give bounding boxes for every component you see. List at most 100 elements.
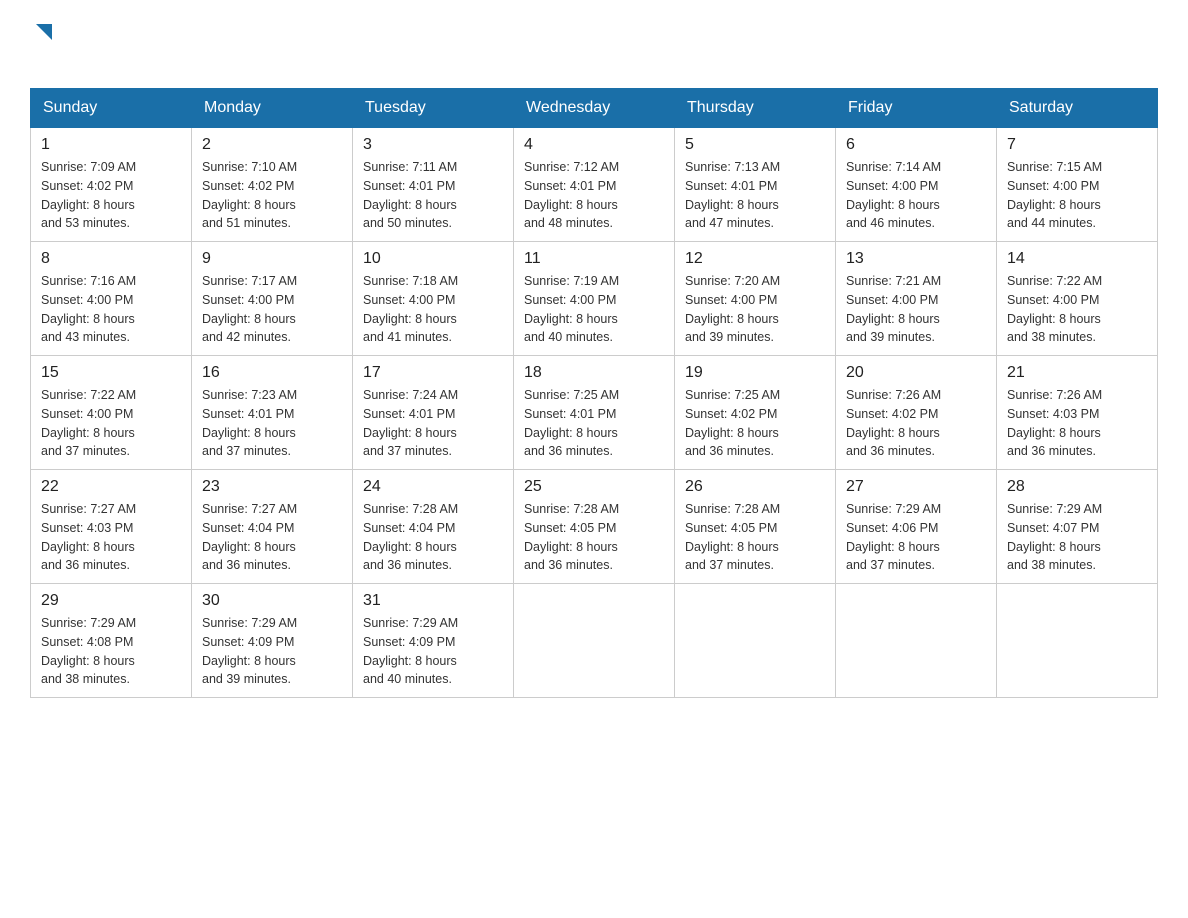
day-info: Sunrise: 7:28 AM Sunset: 4:05 PM Dayligh… <box>685 500 825 575</box>
day-info: Sunrise: 7:26 AM Sunset: 4:02 PM Dayligh… <box>846 386 986 461</box>
calendar-cell: 2 Sunrise: 7:10 AM Sunset: 4:02 PM Dayli… <box>192 128 353 242</box>
day-number: 23 <box>202 478 342 496</box>
col-header-sunday: Sunday <box>31 89 192 128</box>
calendar-cell: 15 Sunrise: 7:22 AM Sunset: 4:00 PM Dayl… <box>31 356 192 470</box>
day-number: 31 <box>363 592 503 610</box>
day-info: Sunrise: 7:18 AM Sunset: 4:00 PM Dayligh… <box>363 272 503 347</box>
day-number: 19 <box>685 364 825 382</box>
day-number: 1 <box>41 136 181 154</box>
day-info: Sunrise: 7:13 AM Sunset: 4:01 PM Dayligh… <box>685 158 825 233</box>
calendar-cell: 11 Sunrise: 7:19 AM Sunset: 4:00 PM Dayl… <box>514 242 675 356</box>
day-number: 13 <box>846 250 986 268</box>
day-number: 4 <box>524 136 664 154</box>
calendar-cell: 29 Sunrise: 7:29 AM Sunset: 4:08 PM Dayl… <box>31 584 192 698</box>
day-info: Sunrise: 7:19 AM Sunset: 4:00 PM Dayligh… <box>524 272 664 347</box>
day-info: Sunrise: 7:29 AM Sunset: 4:08 PM Dayligh… <box>41 614 181 689</box>
calendar-cell <box>514 584 675 698</box>
calendar-cell: 4 Sunrise: 7:12 AM Sunset: 4:01 PM Dayli… <box>514 128 675 242</box>
calendar-week-row: 29 Sunrise: 7:29 AM Sunset: 4:08 PM Dayl… <box>31 584 1158 698</box>
calendar-cell: 23 Sunrise: 7:27 AM Sunset: 4:04 PM Dayl… <box>192 470 353 584</box>
col-header-tuesday: Tuesday <box>353 89 514 128</box>
col-header-thursday: Thursday <box>675 89 836 128</box>
col-header-saturday: Saturday <box>997 89 1158 128</box>
col-header-friday: Friday <box>836 89 997 128</box>
calendar-cell: 28 Sunrise: 7:29 AM Sunset: 4:07 PM Dayl… <box>997 470 1158 584</box>
calendar-week-row: 15 Sunrise: 7:22 AM Sunset: 4:00 PM Dayl… <box>31 356 1158 470</box>
day-number: 5 <box>685 136 825 154</box>
calendar-cell <box>997 584 1158 698</box>
calendar-cell: 8 Sunrise: 7:16 AM Sunset: 4:00 PM Dayli… <box>31 242 192 356</box>
calendar-cell: 24 Sunrise: 7:28 AM Sunset: 4:04 PM Dayl… <box>353 470 514 584</box>
calendar-cell: 22 Sunrise: 7:27 AM Sunset: 4:03 PM Dayl… <box>31 470 192 584</box>
day-number: 30 <box>202 592 342 610</box>
day-number: 3 <box>363 136 503 154</box>
calendar-cell: 7 Sunrise: 7:15 AM Sunset: 4:00 PM Dayli… <box>997 128 1158 242</box>
day-info: Sunrise: 7:17 AM Sunset: 4:00 PM Dayligh… <box>202 272 342 347</box>
day-info: Sunrise: 7:22 AM Sunset: 4:00 PM Dayligh… <box>41 386 181 461</box>
day-number: 11 <box>524 250 664 268</box>
day-number: 26 <box>685 478 825 496</box>
day-info: Sunrise: 7:23 AM Sunset: 4:01 PM Dayligh… <box>202 386 342 461</box>
calendar-cell: 6 Sunrise: 7:14 AM Sunset: 4:00 PM Dayli… <box>836 128 997 242</box>
calendar-week-row: 8 Sunrise: 7:16 AM Sunset: 4:00 PM Dayli… <box>31 242 1158 356</box>
calendar-cell <box>836 584 997 698</box>
day-number: 27 <box>846 478 986 496</box>
calendar-cell: 27 Sunrise: 7:29 AM Sunset: 4:06 PM Dayl… <box>836 470 997 584</box>
day-number: 22 <box>41 478 181 496</box>
day-info: Sunrise: 7:21 AM Sunset: 4:00 PM Dayligh… <box>846 272 986 347</box>
day-info: Sunrise: 7:27 AM Sunset: 4:04 PM Dayligh… <box>202 500 342 575</box>
day-number: 20 <box>846 364 986 382</box>
day-info: Sunrise: 7:22 AM Sunset: 4:00 PM Dayligh… <box>1007 272 1147 347</box>
day-number: 15 <box>41 364 181 382</box>
calendar-week-row: 1 Sunrise: 7:09 AM Sunset: 4:02 PM Dayli… <box>31 128 1158 242</box>
day-info: Sunrise: 7:24 AM Sunset: 4:01 PM Dayligh… <box>363 386 503 461</box>
calendar-cell: 10 Sunrise: 7:18 AM Sunset: 4:00 PM Dayl… <box>353 242 514 356</box>
day-info: Sunrise: 7:16 AM Sunset: 4:00 PM Dayligh… <box>41 272 181 347</box>
day-number: 12 <box>685 250 825 268</box>
logo-triangle-icon <box>32 20 56 44</box>
day-info: Sunrise: 7:29 AM Sunset: 4:06 PM Dayligh… <box>846 500 986 575</box>
day-info: Sunrise: 7:25 AM Sunset: 4:01 PM Dayligh… <box>524 386 664 461</box>
day-info: Sunrise: 7:12 AM Sunset: 4:01 PM Dayligh… <box>524 158 664 233</box>
calendar-cell: 5 Sunrise: 7:13 AM Sunset: 4:01 PM Dayli… <box>675 128 836 242</box>
day-number: 8 <box>41 250 181 268</box>
calendar-cell: 3 Sunrise: 7:11 AM Sunset: 4:01 PM Dayli… <box>353 128 514 242</box>
day-number: 10 <box>363 250 503 268</box>
day-info: Sunrise: 7:28 AM Sunset: 4:04 PM Dayligh… <box>363 500 503 575</box>
day-number: 7 <box>1007 136 1147 154</box>
calendar-week-row: 22 Sunrise: 7:27 AM Sunset: 4:03 PM Dayl… <box>31 470 1158 584</box>
day-info: Sunrise: 7:27 AM Sunset: 4:03 PM Dayligh… <box>41 500 181 575</box>
day-number: 9 <box>202 250 342 268</box>
calendar-cell: 31 Sunrise: 7:29 AM Sunset: 4:09 PM Dayl… <box>353 584 514 698</box>
day-info: Sunrise: 7:09 AM Sunset: 4:02 PM Dayligh… <box>41 158 181 233</box>
day-number: 2 <box>202 136 342 154</box>
day-info: Sunrise: 7:11 AM Sunset: 4:01 PM Dayligh… <box>363 158 503 233</box>
day-info: Sunrise: 7:29 AM Sunset: 4:09 PM Dayligh… <box>363 614 503 689</box>
calendar-cell <box>675 584 836 698</box>
day-info: Sunrise: 7:28 AM Sunset: 4:05 PM Dayligh… <box>524 500 664 575</box>
calendar-cell: 1 Sunrise: 7:09 AM Sunset: 4:02 PM Dayli… <box>31 128 192 242</box>
calendar-cell: 12 Sunrise: 7:20 AM Sunset: 4:00 PM Dayl… <box>675 242 836 356</box>
day-number: 14 <box>1007 250 1147 268</box>
calendar-cell: 16 Sunrise: 7:23 AM Sunset: 4:01 PM Dayl… <box>192 356 353 470</box>
calendar-cell: 19 Sunrise: 7:25 AM Sunset: 4:02 PM Dayl… <box>675 356 836 470</box>
col-header-wednesday: Wednesday <box>514 89 675 128</box>
calendar-cell: 9 Sunrise: 7:17 AM Sunset: 4:00 PM Dayli… <box>192 242 353 356</box>
day-number: 28 <box>1007 478 1147 496</box>
day-number: 29 <box>41 592 181 610</box>
day-number: 16 <box>202 364 342 382</box>
calendar-cell: 18 Sunrise: 7:25 AM Sunset: 4:01 PM Dayl… <box>514 356 675 470</box>
calendar-header-row: SundayMondayTuesdayWednesdayThursdayFrid… <box>31 89 1158 128</box>
day-number: 6 <box>846 136 986 154</box>
page-header <box>30 20 1158 68</box>
calendar-cell: 30 Sunrise: 7:29 AM Sunset: 4:09 PM Dayl… <box>192 584 353 698</box>
day-number: 17 <box>363 364 503 382</box>
day-number: 24 <box>363 478 503 496</box>
day-info: Sunrise: 7:15 AM Sunset: 4:00 PM Dayligh… <box>1007 158 1147 233</box>
day-info: Sunrise: 7:29 AM Sunset: 4:07 PM Dayligh… <box>1007 500 1147 575</box>
calendar-cell: 14 Sunrise: 7:22 AM Sunset: 4:00 PM Dayl… <box>997 242 1158 356</box>
day-info: Sunrise: 7:29 AM Sunset: 4:09 PM Dayligh… <box>202 614 342 689</box>
day-info: Sunrise: 7:20 AM Sunset: 4:00 PM Dayligh… <box>685 272 825 347</box>
calendar-cell: 21 Sunrise: 7:26 AM Sunset: 4:03 PM Dayl… <box>997 356 1158 470</box>
calendar-table: SundayMondayTuesdayWednesdayThursdayFrid… <box>30 88 1158 698</box>
